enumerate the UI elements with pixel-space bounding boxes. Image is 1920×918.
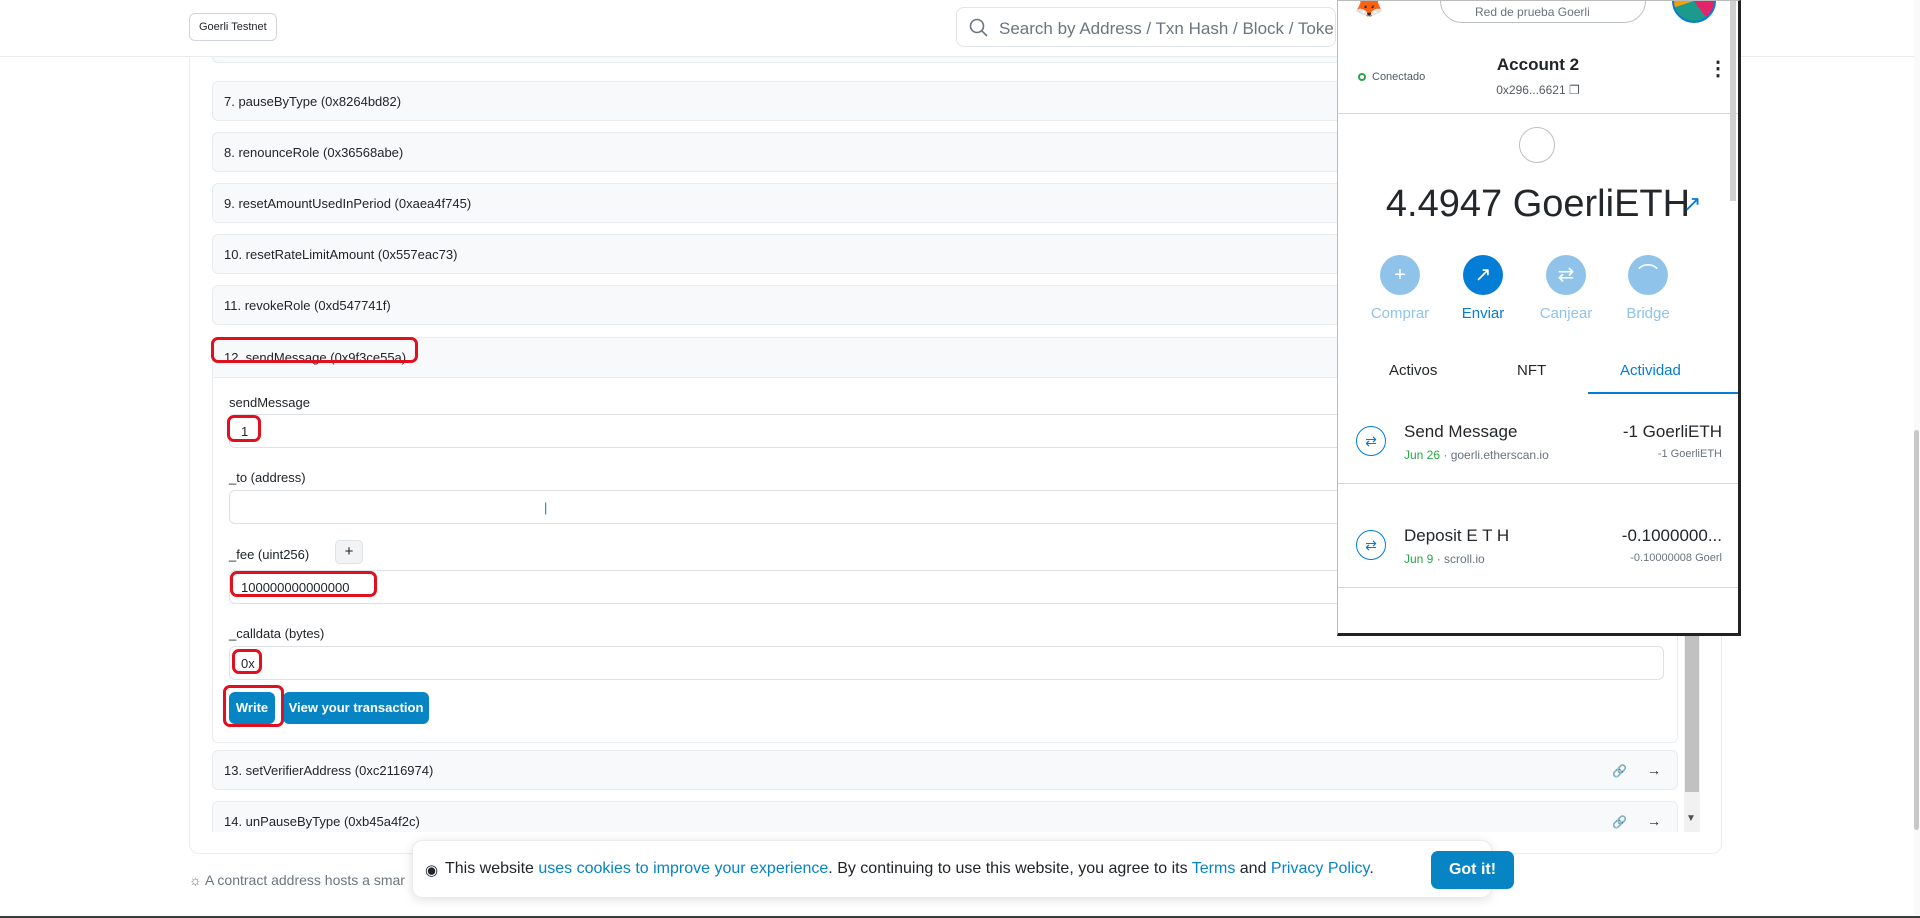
view-transaction-button[interactable]: View your transaction (283, 692, 429, 724)
arrow-right-icon[interactable]: → (1647, 813, 1661, 829)
highlight-payable (227, 415, 261, 442)
got-it-button[interactable]: Got it! (1431, 851, 1514, 889)
account-address-value: 0x296...6621 (1496, 83, 1566, 97)
buy-action[interactable]: + Comprar (1360, 255, 1440, 322)
token-icon (1519, 127, 1555, 163)
send-icon: ↗ (1463, 255, 1503, 295)
bridge-label: Bridge (1626, 305, 1670, 322)
swap-icon: ⇄ (1546, 255, 1586, 295)
account-name[interactable]: Account 2 (1338, 55, 1738, 75)
portfolio-chart-icon[interactable]: ↗ (1683, 191, 1701, 217)
tab-activity[interactable]: Actividad (1620, 362, 1681, 379)
bridge-action[interactable]: ⌒ Bridge (1608, 255, 1688, 322)
metamask-fox-icon: 🦊 (1354, 0, 1384, 19)
transaction-meta: Jun 26 · goerli.etherscan.io (1404, 448, 1549, 462)
page-scroll-thumb[interactable] (1914, 430, 1919, 830)
transaction-origin: · goerli.etherscan.io (1440, 448, 1549, 462)
function-label: 14. unPauseByType (0xb45a4f2c) (224, 814, 420, 829)
cookie-text: This website uses cookies to improve you… (445, 860, 1374, 878)
account-header: Conectado Account 2 0x296...6621 ❐ ⋮ (1338, 35, 1738, 114)
transaction-amount-secondary: -0.10000008 Goerl (1630, 552, 1722, 564)
network-badge[interactable]: Goerli Testnet (189, 13, 277, 41)
info-tip: ☼ A contract address hosts a smar (189, 872, 405, 888)
transaction-amount: -0.1000000... (1621, 526, 1722, 545)
function-label: 9. resetAmountUsedInPeriod (0xaea4f745) (224, 196, 472, 211)
send-label: Enviar (1461, 305, 1505, 322)
cookie-text-suffix: . (1369, 860, 1374, 877)
scroll-down-icon[interactable]: ▼ (1686, 813, 1696, 824)
fee-label-row: + (229, 540, 369, 566)
function-label: 8. renounceRole (0x36568abe) (224, 145, 404, 160)
highlight-calldata (232, 649, 262, 674)
swap-label: Canjear (1539, 305, 1593, 322)
calldata-input[interactable]: 0x (229, 646, 1664, 680)
link-icon[interactable]: 🔗 (1612, 764, 1627, 778)
more-options-icon[interactable]: ⋮ (1708, 59, 1728, 79)
info-tip-text: A contract address hosts a smar (204, 872, 405, 888)
account-avatar[interactable] (1672, 1, 1716, 23)
swap-arrows-icon: ⇄ (1356, 530, 1386, 560)
search-icon (969, 18, 988, 37)
transaction-date: Jun 26 (1404, 448, 1441, 462)
network-selector[interactable]: Red de prueba Goerli (1440, 1, 1646, 23)
metamask-scrollbar[interactable] (1730, 1, 1736, 201)
buy-icon: + (1380, 255, 1420, 295)
transaction-origin: · scroll.io (1433, 552, 1485, 566)
cookie-icon: ◉ (425, 862, 439, 879)
transaction-title: Send Message (1404, 422, 1518, 441)
text-cursor: | (544, 500, 548, 515)
transaction-meta: Jun 9 · scroll.io (1404, 552, 1485, 566)
function-label: 7. pauseByType (0x8264bd82) (224, 94, 402, 109)
lightbulb-icon: ☼ (189, 872, 202, 888)
buy-label: Comprar (1370, 305, 1430, 322)
metamask-popup: 🦊 Red de prueba Goerli Conectado Account… (1337, 0, 1741, 636)
search-input[interactable]: Search by Address / Txn Hash / Block / T… (956, 7, 1336, 47)
arrow-right-icon[interactable]: → (1647, 762, 1661, 778)
active-tab-indicator (1588, 392, 1738, 394)
cookie-policy-link[interactable]: uses cookies to improve your experience (538, 860, 828, 877)
cookie-text-prefix: This website (445, 860, 539, 877)
send-action[interactable]: ↗ Enviar (1443, 255, 1523, 322)
transaction-amount: -1 GoerliETH (1622, 422, 1722, 441)
copy-icon[interactable]: ❐ (1569, 83, 1580, 97)
network-name: Red de prueba Goerli (1475, 5, 1590, 19)
tab-assets[interactable]: Activos (1389, 362, 1437, 379)
highlight-fee (230, 571, 377, 597)
privacy-policy-link[interactable]: Privacy Policy (1271, 860, 1369, 877)
account-address[interactable]: 0x296...6621 ❐ (1338, 83, 1738, 97)
transaction-item[interactable]: ⇄ Send Message Jun 26 · goerli.etherscan… (1338, 398, 1738, 484)
terms-link[interactable]: Terms (1192, 860, 1236, 877)
swap-action[interactable]: ⇄ Canjear (1526, 255, 1606, 322)
balance: 4.4947 GoerliETH (1385, 183, 1691, 225)
payable-amount-label: sendMessage (229, 395, 310, 410)
function-label: 10. resetRateLimitAmount (0x557eac73) (224, 247, 458, 262)
tab-nft[interactable]: NFT (1517, 362, 1546, 379)
bridge-icon: ⌒ (1628, 255, 1668, 295)
transaction-date: Jun 9 (1404, 552, 1434, 566)
cookie-banner: ◉ This website uses cookies to improve y… (412, 840, 1514, 898)
cookie-text-and: and (1235, 860, 1271, 877)
highlight-write (223, 685, 284, 727)
function-label: 11. revokeRole (0xd547741f) (224, 298, 391, 313)
cookie-text-middle: . By continuing to use this website, you… (828, 860, 1192, 877)
highlight-sendmessage (211, 337, 418, 363)
transaction-item[interactable]: ⇄ Deposit E T H Jun 9 · scroll.io -0.100… (1338, 502, 1738, 588)
swap-arrows-icon: ⇄ (1356, 426, 1386, 456)
fee-add-button[interactable]: + (335, 540, 363, 564)
transaction-title: Deposit E T H (1404, 526, 1510, 545)
calldata-label: _calldata (bytes) (229, 626, 325, 641)
transaction-amount-secondary: -1 GoerliETH (1657, 448, 1722, 460)
metamask-topbar: 🦊 Red de prueba Goerli (1338, 1, 1738, 35)
function-label: 13. setVerifierAddress (0xc2116974) (224, 763, 434, 778)
function-row-setverifieraddress[interactable]: 13. setVerifierAddress (0xc2116974) 🔗 → (212, 750, 1678, 790)
wallet-tabs: Activos NFT Actividad (1338, 358, 1738, 394)
search-placeholder: Search by Address / Txn Hash / Block / T… (999, 19, 1336, 38)
link-icon[interactable]: 🔗 (1612, 815, 1627, 829)
to-address-label: _to (address) (229, 470, 306, 485)
function-row-unpausebytype[interactable]: 14. unPauseByType (0xb45a4f2c) 🔗 → (212, 801, 1678, 832)
